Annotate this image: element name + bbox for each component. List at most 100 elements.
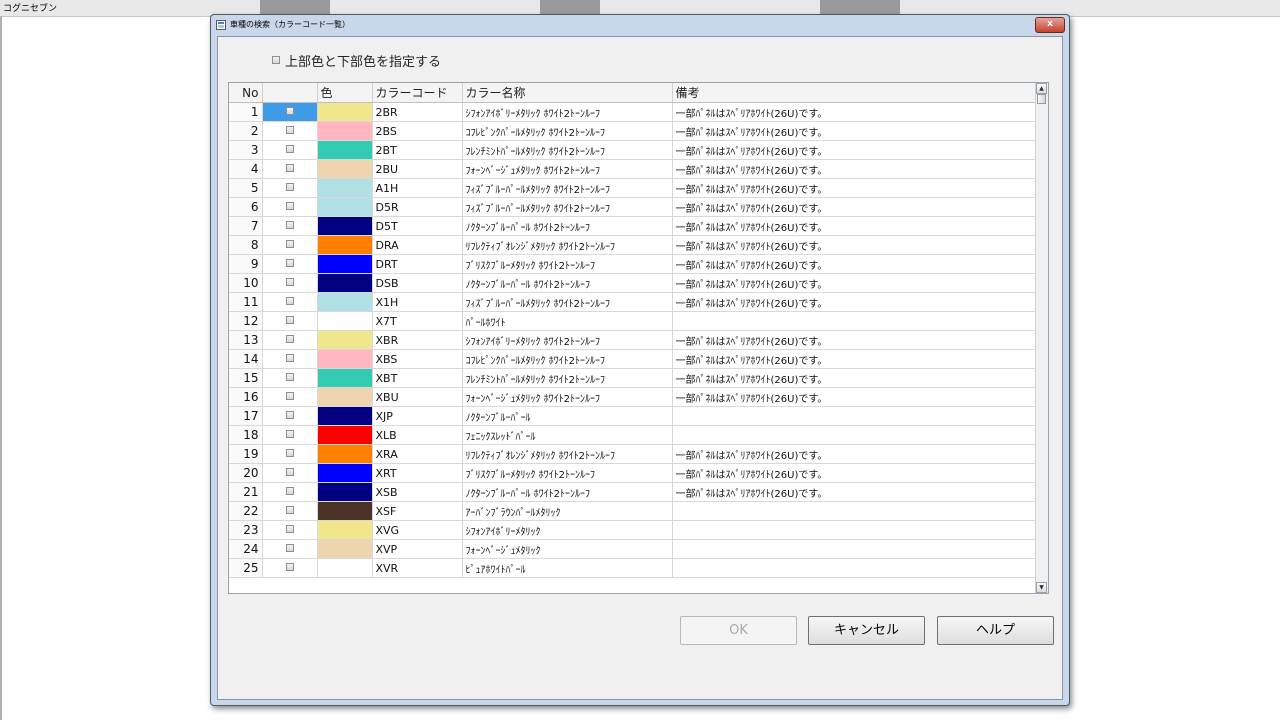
table-row[interactable]: 11 X1H ﾌｨｽﾞﾌﾞﾙｰﾊﾟｰﾙﾒﾀﾘｯｸ ﾎﾜｲﾄ2ﾄｰﾝﾙｰﾌ 一部ﾊﾟﾈﾙ…: [229, 292, 1037, 312]
row-checkbox[interactable]: [285, 296, 294, 305]
column-header-name[interactable]: カラー名称: [462, 83, 673, 103]
row-check-cell[interactable]: [262, 444, 318, 464]
table-row[interactable]: 15 XBT ﾌﾚﾝﾁﾐﾝﾄﾊﾟｰﾙﾒﾀﾘｯｸ ﾎﾜｲﾄ2ﾄｰﾝﾙｰﾌ 一部ﾊﾟﾈﾙは…: [229, 368, 1037, 388]
scroll-up-button[interactable]: ▲: [1036, 83, 1047, 94]
row-check-cell[interactable]: [262, 121, 318, 141]
row-check-cell[interactable]: [262, 159, 318, 179]
row-check-cell[interactable]: [262, 235, 318, 255]
scroll-down-button[interactable]: ▼: [1036, 582, 1047, 593]
row-checkbox[interactable]: [285, 239, 294, 248]
row-checkbox[interactable]: [285, 334, 294, 343]
row-check-cell[interactable]: [262, 216, 318, 236]
table-row[interactable]: 25 XVR ﾋﾟｭｱﾎﾜｲﾄﾊﾟｰﾙ: [229, 558, 1037, 578]
row-checkbox[interactable]: [285, 524, 294, 533]
color-code-grid[interactable]: No 色 カラーコード カラー名称 備考 1 2BR ｼﾌｫﾝｱｲﾎﾞﾘｰﾒﾀﾘｯｸ…: [228, 82, 1049, 594]
cancel-button[interactable]: キャンセル: [808, 616, 925, 645]
row-checkbox[interactable]: [285, 562, 294, 571]
row-check-cell[interactable]: [262, 406, 318, 426]
table-row[interactable]: 6 D5R ﾌｨｽﾞﾌﾞﾙｰﾊﾟｰﾙﾒﾀﾘｯｸ ﾎﾜｲﾄ2ﾄｰﾝﾙｰﾌ 一部ﾊﾟﾈﾙは…: [229, 197, 1037, 217]
close-button[interactable]: x: [1035, 17, 1065, 33]
row-check-cell[interactable]: [262, 273, 318, 293]
color-code-cell: 2BS: [372, 121, 463, 141]
row-checkbox[interactable]: [285, 277, 294, 286]
row-check-cell[interactable]: [262, 501, 318, 521]
row-checkbox[interactable]: [285, 125, 294, 134]
row-check-cell[interactable]: [262, 311, 318, 331]
row-checkbox[interactable]: [285, 144, 294, 153]
row-check-cell[interactable]: [262, 520, 318, 540]
row-check-cell[interactable]: [262, 178, 318, 198]
scroll-thumb[interactable]: [1037, 94, 1046, 104]
row-checkbox[interactable]: [285, 372, 294, 381]
table-row[interactable]: 9 DRT ﾌﾞﾘｽｸﾌﾞﾙｰﾒﾀﾘｯｸ ﾎﾜｲﾄ2ﾄｰﾝﾙｰﾌ 一部ﾊﾟﾈﾙはｽﾍﾟ…: [229, 254, 1037, 274]
table-row[interactable]: 19 XRA ﾘﾌﾚｸﾃｨﾌﾞｵﾚﾝｼﾞﾒﾀﾘｯｸ ﾎﾜｲﾄ2ﾄｰﾝﾙｰﾌ 一部ﾊﾟﾈ…: [229, 444, 1037, 464]
table-row[interactable]: 10 DSB ﾉｸﾀｰﾝﾌﾞﾙｰﾊﾟｰﾙ ﾎﾜｲﾄ2ﾄｰﾝﾙｰﾌ 一部ﾊﾟﾈﾙはｽﾍﾟ…: [229, 273, 1037, 293]
vertical-scrollbar[interactable]: ▲ ▼: [1035, 83, 1048, 593]
help-button[interactable]: ヘルプ: [937, 616, 1054, 645]
table-row[interactable]: 4 2BU ﾌｫｰﾝﾍﾞｰｼﾞｭﾒﾀﾘｯｸ ﾎﾜｲﾄ2ﾄｰﾝﾙｰﾌ 一部ﾊﾟﾈﾙはｽﾍ…: [229, 159, 1037, 179]
table-row[interactable]: 14 XBS ｺﾌﾚﾋﾟﾝｸﾊﾟｰﾙﾒﾀﾘｯｸ ﾎﾜｲﾄ2ﾄｰﾝﾙｰﾌ 一部ﾊﾟﾈﾙは…: [229, 349, 1037, 369]
row-check-cell[interactable]: [262, 292, 318, 312]
column-header-code[interactable]: カラーコード: [372, 83, 463, 103]
table-row[interactable]: 22 XSF ｱｰﾊﾞﾝﾌﾞﾗｳﾝﾊﾟｰﾙﾒﾀﾘｯｸ: [229, 501, 1037, 521]
row-checkbox[interactable]: [285, 429, 294, 438]
row-check-cell[interactable]: [262, 368, 318, 388]
table-row[interactable]: 3 2BT ﾌﾚﾝﾁﾐﾝﾄﾊﾟｰﾙﾒﾀﾘｯｸ ﾎﾜｲﾄ2ﾄｰﾝﾙｰﾌ 一部ﾊﾟﾈﾙはｽ…: [229, 140, 1037, 160]
row-number: 9: [229, 254, 263, 274]
ok-button[interactable]: OK: [680, 616, 797, 645]
row-check-cell[interactable]: [262, 425, 318, 445]
row-checkbox[interactable]: [285, 201, 294, 210]
table-row[interactable]: 24 XVP ﾌｫｰﾝﾍﾞｰｼﾞｭﾒﾀﾘｯｸ: [229, 539, 1037, 559]
row-checkbox[interactable]: [285, 106, 294, 115]
column-header-color[interactable]: 色: [317, 83, 373, 103]
note-cell: 一部ﾊﾟﾈﾙはｽﾍﾟﾘｱﾎﾜｲﾄ(26U)です。: [672, 463, 1037, 483]
column-header-note[interactable]: 備考: [672, 83, 1037, 103]
two-tone-option[interactable]: 上部色と下部色を指定する: [272, 52, 441, 70]
row-checkbox[interactable]: [285, 486, 294, 495]
table-row[interactable]: 1 2BR ｼﾌｫﾝｱｲﾎﾞﾘｰﾒﾀﾘｯｸ ﾎﾜｲﾄ2ﾄｰﾝﾙｰﾌ 一部ﾊﾟﾈﾙはｽﾍ…: [229, 102, 1037, 122]
row-checkbox[interactable]: [285, 182, 294, 191]
row-checkbox[interactable]: [285, 258, 294, 267]
color-name-cell: ﾌｨｽﾞﾌﾞﾙｰﾊﾟｰﾙﾒﾀﾘｯｸ ﾎﾜｲﾄ2ﾄｰﾝﾙｰﾌ: [462, 292, 673, 312]
row-check-cell[interactable]: [262, 102, 318, 122]
row-checkbox[interactable]: [285, 410, 294, 419]
two-tone-checkbox[interactable]: [272, 56, 280, 64]
table-row[interactable]: 2 2BS ｺﾌﾚﾋﾟﾝｸﾊﾟｰﾙﾒﾀﾘｯｸ ﾎﾜｲﾄ2ﾄｰﾝﾙｰﾌ 一部ﾊﾟﾈﾙはｽ…: [229, 121, 1037, 141]
table-row[interactable]: 7 D5T ﾉｸﾀｰﾝﾌﾞﾙｰﾊﾟｰﾙ ﾎﾜｲﾄ2ﾄｰﾝﾙｰﾌ 一部ﾊﾟﾈﾙはｽﾍﾟﾘ…: [229, 216, 1037, 236]
row-check-cell[interactable]: [262, 197, 318, 217]
dialog-titlebar[interactable]: 車種の検索（カラーコード一覧） x: [211, 15, 1069, 35]
color-swatch: [317, 197, 373, 217]
table-row[interactable]: 16 XBU ﾌｫｰﾝﾍﾞｰｼﾞｭﾒﾀﾘｯｸ ﾎﾜｲﾄ2ﾄｰﾝﾙｰﾌ 一部ﾊﾟﾈﾙはｽ…: [229, 387, 1037, 407]
row-checkbox[interactable]: [285, 543, 294, 552]
table-row[interactable]: 18 XLB ﾌｪﾆｯｸｽﾚｯﾄﾞﾊﾟｰﾙ: [229, 425, 1037, 445]
color-swatch: [317, 444, 373, 464]
row-check-cell[interactable]: [262, 482, 318, 502]
row-check-cell[interactable]: [262, 387, 318, 407]
table-row[interactable]: 12 X7T ﾊﾟｰﾙﾎﾜｲﾄ: [229, 311, 1037, 331]
row-checkbox[interactable]: [285, 353, 294, 362]
row-check-cell[interactable]: [262, 558, 318, 578]
table-row[interactable]: 20 XRT ﾌﾞﾘｽｸﾌﾞﾙｰﾒﾀﾘｯｸ ﾎﾜｲﾄ2ﾄｰﾝﾙｰﾌ 一部ﾊﾟﾈﾙはｽﾍ…: [229, 463, 1037, 483]
row-checkbox[interactable]: [285, 220, 294, 229]
row-check-cell[interactable]: [262, 463, 318, 483]
row-checkbox[interactable]: [285, 467, 294, 476]
table-row[interactable]: 8 DRA ﾘﾌﾚｸﾃｨﾌﾞｵﾚﾝｼﾞﾒﾀﾘｯｸ ﾎﾜｲﾄ2ﾄｰﾝﾙｰﾌ 一部ﾊﾟﾈﾙ…: [229, 235, 1037, 255]
table-row[interactable]: 13 XBR ｼﾌｫﾝｱｲﾎﾞﾘｰﾒﾀﾘｯｸ ﾎﾜｲﾄ2ﾄｰﾝﾙｰﾌ 一部ﾊﾟﾈﾙはｽ…: [229, 330, 1037, 350]
row-check-cell[interactable]: [262, 349, 318, 369]
table-row[interactable]: 5 A1H ﾌｨｽﾞﾌﾞﾙｰﾊﾟｰﾙﾒﾀﾘｯｸ ﾎﾜｲﾄ2ﾄｰﾝﾙｰﾌ 一部ﾊﾟﾈﾙは…: [229, 178, 1037, 198]
table-row[interactable]: 23 XVG ｼﾌｫﾝｱｲﾎﾞﾘｰﾒﾀﾘｯｸ: [229, 520, 1037, 540]
column-header-no[interactable]: No: [229, 83, 263, 103]
color-name-cell: ｺﾌﾚﾋﾟﾝｸﾊﾟｰﾙﾒﾀﾘｯｸ ﾎﾜｲﾄ2ﾄｰﾝﾙｰﾌ: [462, 121, 673, 141]
row-check-cell[interactable]: [262, 254, 318, 274]
row-check-cell[interactable]: [262, 539, 318, 559]
column-header-check[interactable]: [262, 83, 318, 103]
table-row[interactable]: 21 XSB ﾉｸﾀｰﾝﾌﾞﾙｰﾊﾟｰﾙ ﾎﾜｲﾄ2ﾄｰﾝﾙｰﾌ 一部ﾊﾟﾈﾙはｽﾍﾟ…: [229, 482, 1037, 502]
row-check-cell[interactable]: [262, 330, 318, 350]
row-checkbox[interactable]: [285, 315, 294, 324]
table-row[interactable]: 17 XJP ﾉｸﾀｰﾝﾌﾞﾙｰﾊﾟｰﾙ: [229, 406, 1037, 426]
row-checkbox[interactable]: [285, 448, 294, 457]
row-checkbox[interactable]: [285, 163, 294, 172]
row-checkbox[interactable]: [285, 391, 294, 400]
row-check-cell[interactable]: [262, 140, 318, 160]
row-checkbox[interactable]: [285, 505, 294, 514]
